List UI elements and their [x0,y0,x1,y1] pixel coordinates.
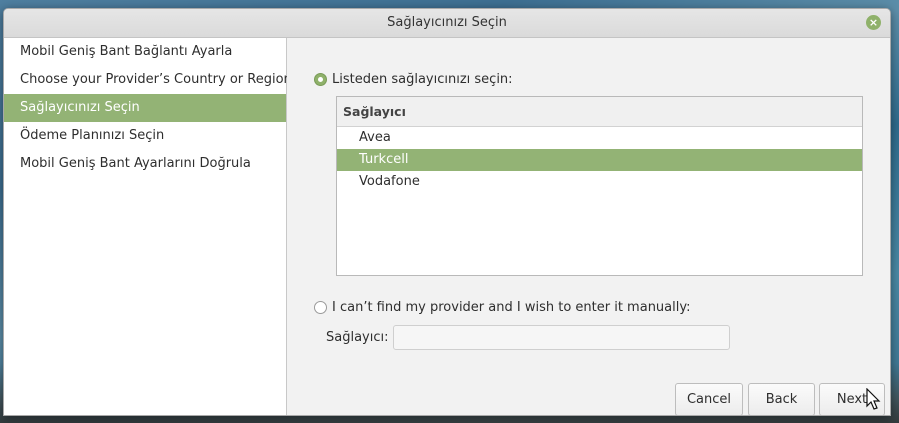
list-option-radio[interactable] [314,73,327,86]
back-button[interactable]: Back [748,383,815,415]
step-confirm[interactable]: Mobil Geniş Bant Ayarlarını Doğrula [4,150,286,178]
provider-field-label: Sağlayıcı: [326,330,389,345]
manual-option-label[interactable]: I can’t find my provider and I wish to e… [332,300,690,315]
step-provider[interactable]: Sağlayıcınızı Seçin [4,94,286,122]
step-setup[interactable]: Mobil Geniş Bant Bağlantı Ayarla [4,38,286,66]
list-item[interactable]: Turkcell [337,149,862,171]
main-content: Listeden sağlayıcınızı seçin: Sağlayıcı … [287,38,890,415]
manual-option-radio[interactable] [314,301,327,314]
list-item[interactable]: Vodafone [337,171,862,193]
provider-dialog: Sağlayıcınızı Seçin × Mobil Geniş Bant B… [3,8,891,416]
mouse-pointer-icon [866,388,881,410]
cancel-button[interactable]: Cancel [675,383,743,415]
step-plan[interactable]: Ödeme Planınızı Seçin [4,122,286,150]
provider-list[interactable]: Sağlayıcı Avea Turkcell Vodafone [336,96,863,276]
list-option-label[interactable]: Listeden sağlayıcınızı seçin: [332,72,513,87]
provider-column-header[interactable]: Sağlayıcı [337,97,862,127]
list-item[interactable]: Avea [337,127,862,149]
window-title: Sağlayıcınızı Seçin [387,15,507,30]
manual-option-row[interactable]: I can’t find my provider and I wish to e… [314,300,690,315]
list-option-row[interactable]: Listeden sağlayıcınızı seçin: [314,72,513,87]
titlebar: Sağlayıcınızı Seçin × [4,9,890,38]
provider-input[interactable] [393,325,730,350]
steps-sidebar: Mobil Geniş Bant Bağlantı Ayarla Choose … [4,38,292,415]
step-country[interactable]: Choose your Provider’s Country or Region [4,66,292,94]
close-icon[interactable]: × [866,15,881,30]
